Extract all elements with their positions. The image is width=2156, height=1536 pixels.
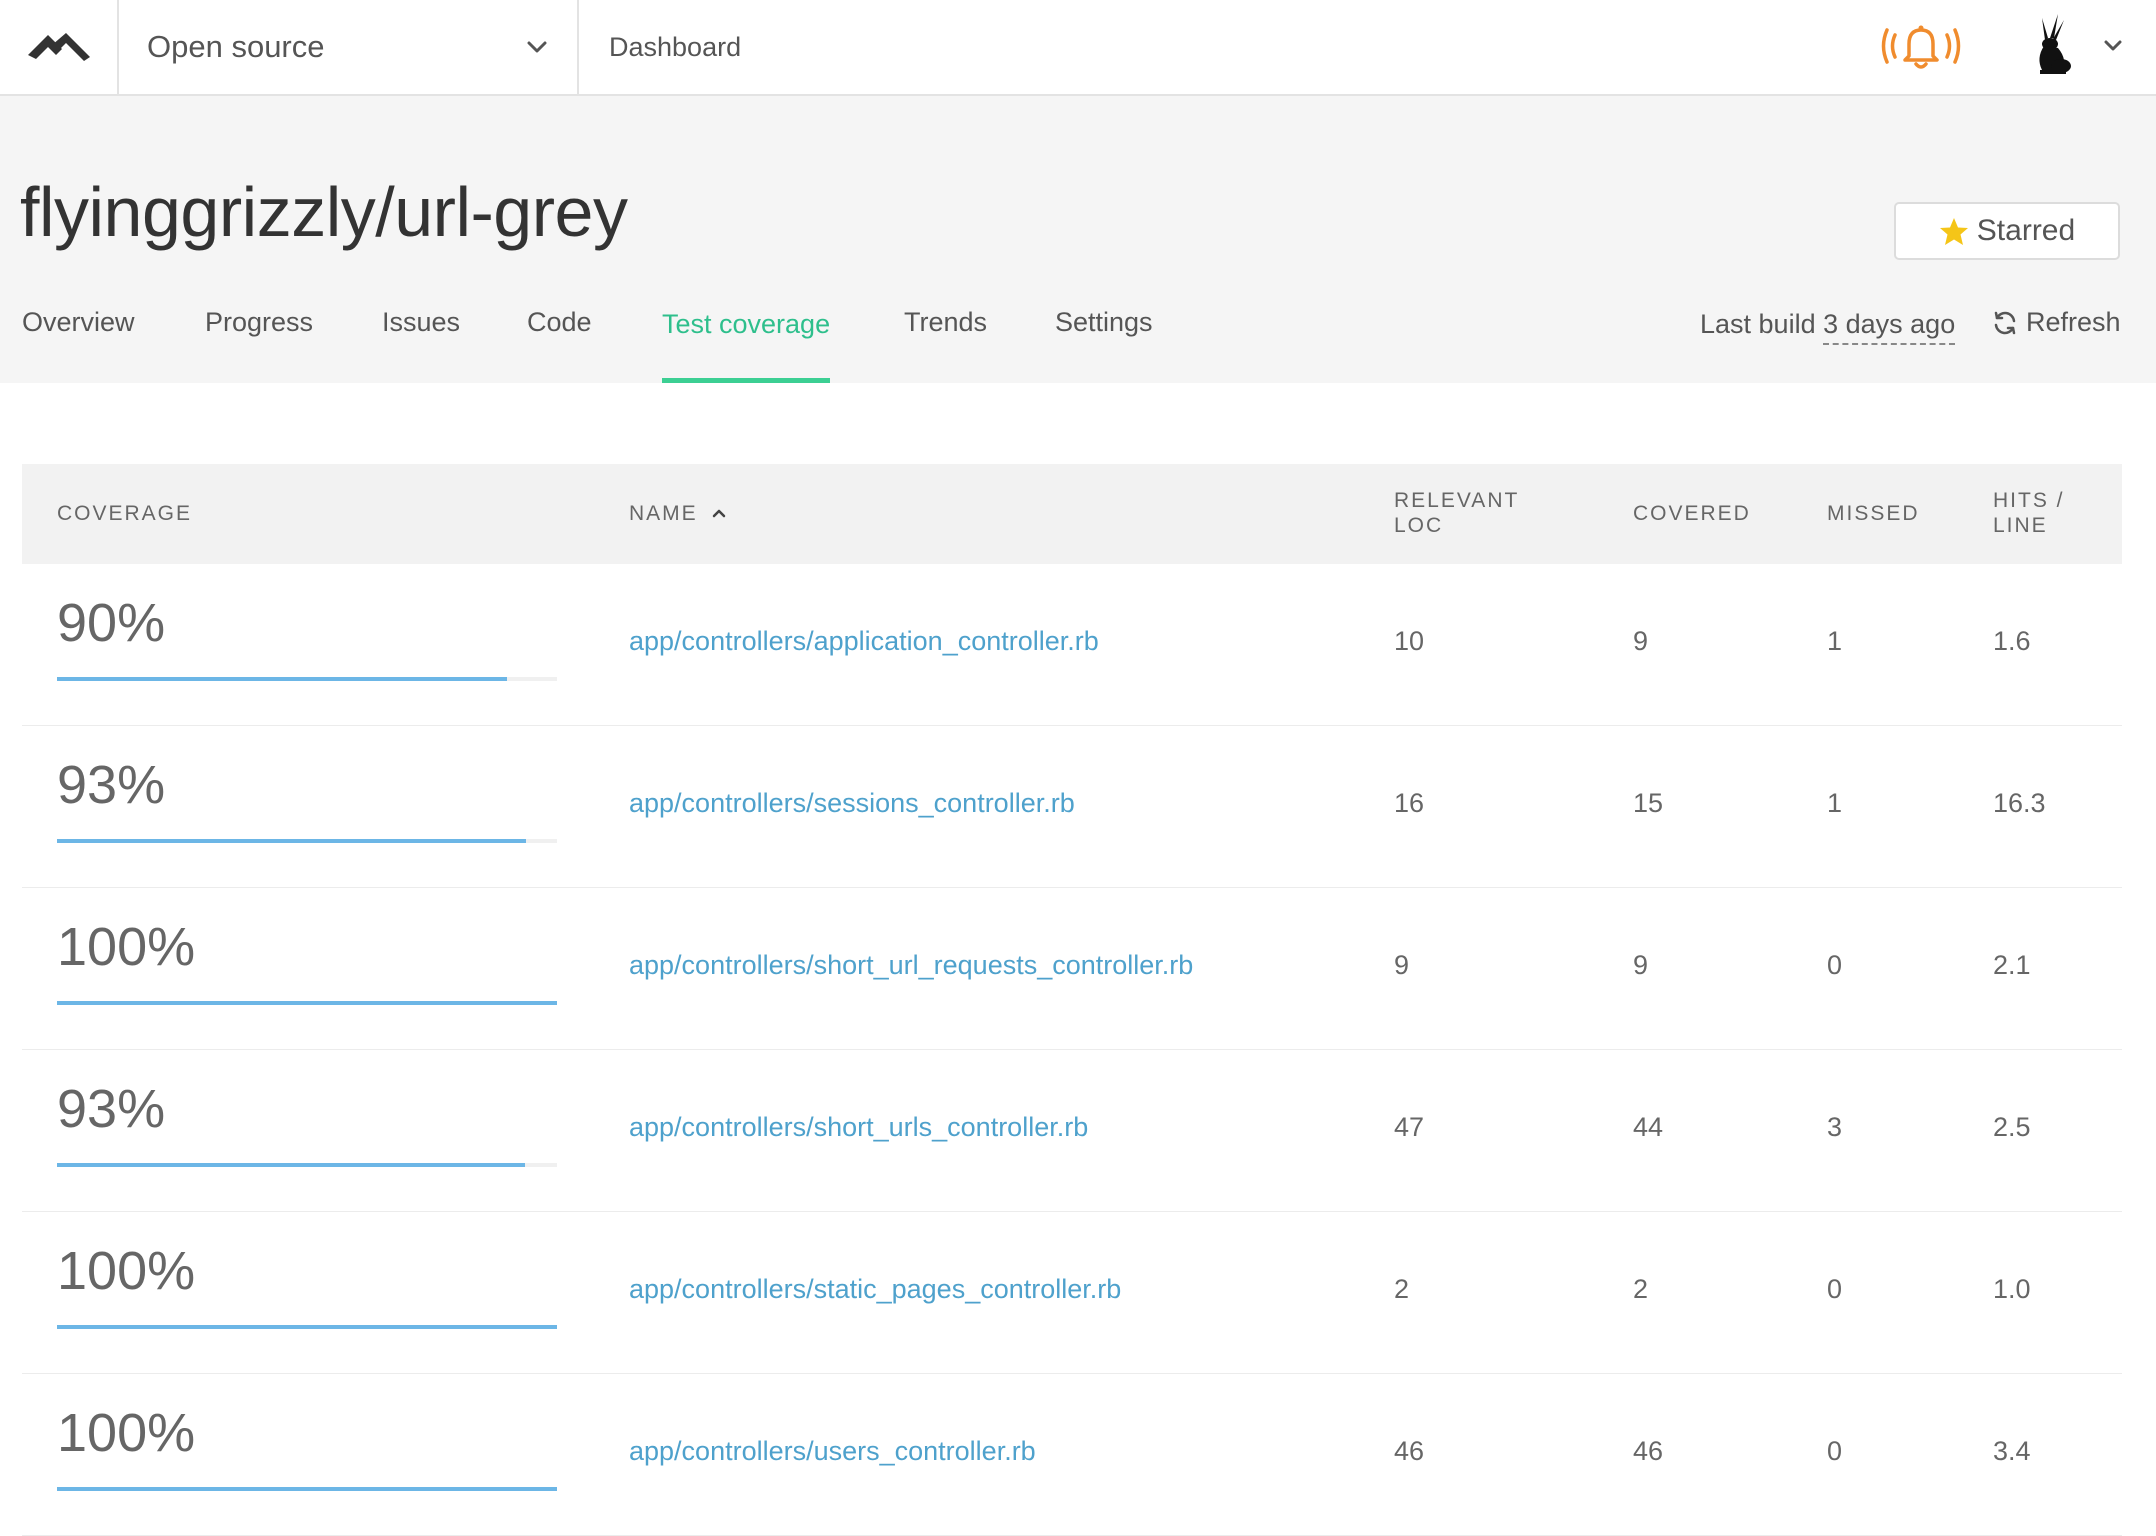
tab-trends[interactable]: Trends: [904, 304, 987, 383]
coverage-bar: [57, 1001, 557, 1005]
coverage-bar: [57, 1163, 557, 1167]
file-link[interactable]: app/controllers/sessions_controller.rb: [629, 788, 1075, 819]
coverage-table: COVERAGE NAME RELEVANT LOC COVERED MISSE…: [22, 464, 2122, 1536]
covered-value: 9: [1633, 950, 1649, 980]
bell-ringing-icon[interactable]: [1878, 18, 1964, 74]
starred-button[interactable]: Starred: [1894, 202, 2120, 260]
tab-issues[interactable]: Issues: [382, 304, 460, 383]
sort-ascending-icon: [712, 509, 726, 518]
last-build-time[interactable]: 3 days ago: [1823, 309, 1956, 345]
coverage-bar-fill: [57, 1325, 557, 1329]
column-header-coverage[interactable]: COVERAGE: [57, 501, 192, 526]
table-row: 90% app/controllers/application_controll…: [22, 564, 2122, 726]
coverage-percent: 93%: [57, 755, 166, 815]
codeclimate-logo-icon: [27, 33, 90, 61]
file-link[interactable]: app/controllers/application_controller.r…: [629, 626, 1099, 657]
column-header-relevant-loc-line1: RELEVANT: [1394, 489, 1520, 512]
user-menu-chevron-down-icon[interactable]: [2098, 30, 2128, 60]
column-header-missed[interactable]: MISSED: [1827, 501, 1920, 526]
table-row: 100% app/controllers/static_pages_contro…: [22, 1212, 2122, 1374]
file-link[interactable]: app/controllers/users_controller.rb: [629, 1436, 1036, 1467]
tab-code[interactable]: Code: [527, 304, 592, 383]
coverage-bar: [57, 1325, 557, 1329]
file-link[interactable]: app/controllers/static_pages_controller.…: [629, 1274, 1121, 1305]
hits-per-line-value: 2.5: [1993, 1112, 2031, 1142]
tab-settings[interactable]: Settings: [1055, 304, 1153, 383]
relevant-loc-value: 9: [1394, 950, 1410, 980]
column-header-name[interactable]: NAME: [629, 501, 726, 526]
rabbit-avatar-icon[interactable]: [2028, 14, 2076, 76]
tab-test-coverage[interactable]: Test coverage: [662, 304, 831, 383]
covered-value: 15: [1633, 788, 1664, 818]
missed-value: 0: [1827, 950, 1843, 980]
tab-overview[interactable]: Overview: [22, 304, 135, 383]
coverage-bar-fill: [57, 677, 507, 681]
covered-value: 46: [1633, 1436, 1664, 1466]
table-row: 93% app/controllers/short_urls_controlle…: [22, 1050, 2122, 1212]
last-build-info: Last build 3 days ago: [1700, 309, 1956, 345]
hits-per-line-value: 1.0: [1993, 1274, 2031, 1304]
relevant-loc-value: 46: [1394, 1436, 1425, 1466]
coverage-bar: [57, 839, 557, 843]
relevant-loc-value: 47: [1394, 1112, 1425, 1142]
missed-value: 0: [1827, 1436, 1843, 1466]
missed-value: 1: [1827, 626, 1843, 656]
dashboard-link[interactable]: Dashboard: [609, 0, 741, 94]
covered-value: 44: [1633, 1112, 1664, 1142]
missed-value: 3: [1827, 1112, 1843, 1142]
coverage-percent: 100%: [57, 1241, 196, 1301]
coverage-bar-fill: [57, 1001, 557, 1005]
refresh-label: Refresh: [2026, 307, 2121, 337]
covered-value: 2: [1633, 1274, 1649, 1304]
missed-value: 0: [1827, 1274, 1843, 1304]
covered-value: 9: [1633, 626, 1649, 656]
coverage-percent: 93%: [57, 1079, 166, 1139]
table-row: 100% app/controllers/short_url_requests_…: [22, 888, 2122, 1050]
coverage-percent: 90%: [57, 593, 166, 653]
logo-button[interactable]: [0, 0, 119, 94]
relevant-loc-value: 2: [1394, 1274, 1410, 1304]
hits-per-line-value: 3.4: [1993, 1436, 2031, 1466]
hits-per-line-value: 2.1: [1993, 950, 2031, 980]
column-header-hits-line2: LINE: [1993, 514, 2048, 537]
coverage-percent: 100%: [57, 1403, 196, 1463]
relevant-loc-value: 16: [1394, 788, 1425, 818]
refresh-button[interactable]: Refresh: [1992, 307, 2121, 338]
coverage-bar: [57, 677, 557, 681]
table-header: COVERAGE NAME RELEVANT LOC COVERED MISSE…: [22, 464, 2122, 564]
column-header-covered[interactable]: COVERED: [1633, 501, 1751, 526]
page-title: flyinggrizzly/url-grey: [20, 173, 628, 251]
coverage-bar-fill: [57, 1487, 557, 1491]
coverage-bar-fill: [57, 839, 526, 843]
top-navigation-bar: Open source Dashboard: [0, 0, 2156, 96]
file-link[interactable]: app/controllers/short_url_requests_contr…: [629, 950, 1193, 981]
column-header-relevant-loc-line2: LOC: [1394, 514, 1444, 537]
relevant-loc-value: 10: [1394, 626, 1425, 656]
refresh-icon: [1992, 310, 2018, 336]
column-header-hits-line1: HITS /: [1993, 489, 2065, 512]
organization-name: Open source: [147, 29, 325, 64]
starred-label: Starred: [1976, 214, 2076, 247]
coverage-bar-fill: [57, 1163, 525, 1167]
coverage-percent: 100%: [57, 917, 196, 977]
missed-value: 1: [1827, 788, 1843, 818]
table-body: 90% app/controllers/application_controll…: [22, 564, 2122, 1536]
file-link[interactable]: app/controllers/short_urls_controller.rb: [629, 1112, 1088, 1143]
star-icon: [1939, 217, 1969, 246]
chevron-down-icon: [527, 41, 547, 53]
column-header-relevant-loc[interactable]: RELEVANT LOC: [1394, 488, 1519, 538]
repository-header: flyinggrizzly/url-grey Starred Overview …: [0, 96, 2156, 383]
organization-selector[interactable]: Open source: [119, 0, 579, 94]
column-header-hits-per-line[interactable]: HITS / LINE: [1993, 488, 2065, 538]
last-build-label: Last build: [1700, 309, 1816, 339]
column-header-name-label: NAME: [629, 502, 698, 525]
hits-per-line-value: 1.6: [1993, 626, 2031, 656]
table-row: 100% app/controllers/users_controller.rb…: [22, 1374, 2122, 1536]
coverage-bar: [57, 1487, 557, 1491]
tab-progress[interactable]: Progress: [205, 304, 313, 383]
hits-per-line-value: 16.3: [1993, 788, 2046, 818]
table-row: 93% app/controllers/sessions_controller.…: [22, 726, 2122, 888]
